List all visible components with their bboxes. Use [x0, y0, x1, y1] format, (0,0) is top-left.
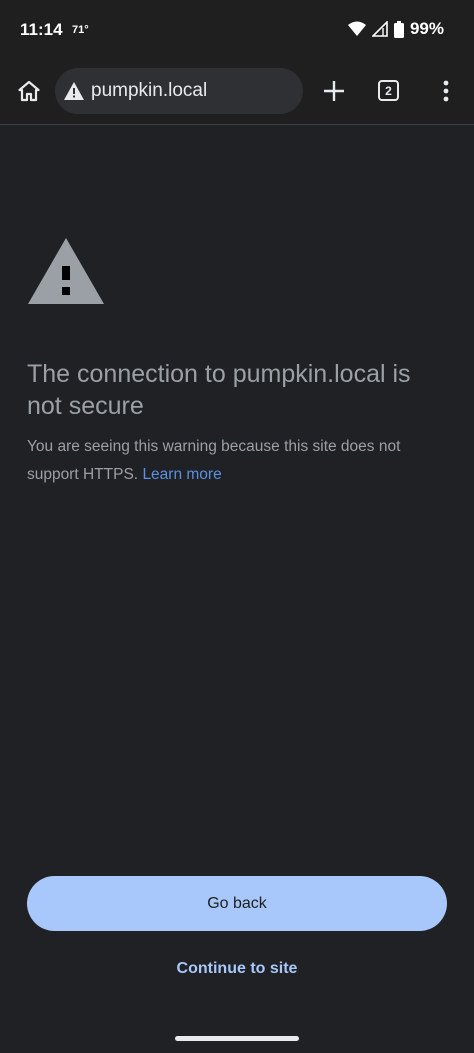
go-back-button[interactable]: Go back — [27, 876, 447, 931]
more-menu-button[interactable] — [432, 74, 460, 108]
warning-icon — [64, 82, 84, 100]
more-vert-icon — [443, 80, 449, 102]
url-text: pumpkin.local — [91, 80, 208, 101]
status-time: 11:14 — [20, 20, 63, 39]
plus-icon — [324, 81, 344, 101]
continue-to-site-link[interactable]: Continue to site — [27, 960, 447, 986]
battery-icon — [393, 20, 404, 38]
warning-explanation: You are seeing this warning because this… — [27, 433, 447, 489]
home-icon — [18, 80, 40, 102]
screen: 11:14 71° 99% pumpkin.local 2 The connec… — [0, 0, 474, 1053]
omnibox-security-button[interactable] — [63, 80, 85, 102]
omnibox[interactable]: pumpkin.local — [55, 68, 303, 114]
page-title: The connection to pumpkin.local is not s… — [27, 360, 411, 420]
browser-toolbar: pumpkin.local 2 — [0, 60, 474, 125]
status-temperature: 71° — [72, 24, 89, 36]
gesture-nav-handle[interactable] — [175, 1036, 299, 1041]
status-battery: 99% — [409, 19, 444, 38]
signal-icon — [371, 21, 388, 37]
learn-more-link[interactable]: Learn more — [142, 466, 221, 483]
status-bar: 11:14 71° 99% — [0, 0, 474, 60]
warning-triangle-icon — [28, 238, 104, 304]
tab-switcher-button[interactable]: 2 — [378, 80, 399, 101]
wifi-icon — [347, 21, 366, 36]
new-tab-button[interactable] — [318, 74, 350, 108]
home-button[interactable] — [12, 74, 46, 108]
status-indicators: 99% — [347, 19, 444, 39]
